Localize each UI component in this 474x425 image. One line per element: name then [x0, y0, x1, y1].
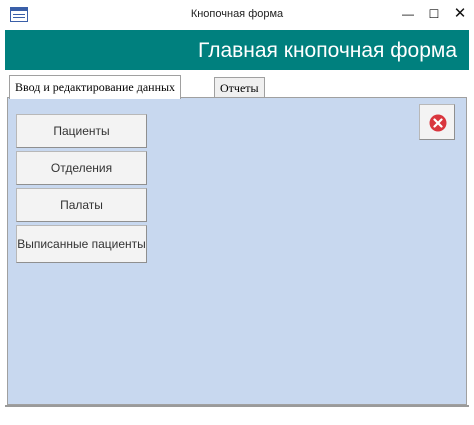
minimize-button[interactable]: —: [394, 0, 422, 30]
close-circle-icon: [429, 114, 447, 132]
tab-reports[interactable]: Отчеты: [214, 77, 265, 98]
tab-content-panel: Пациенты Отделения Палаты Выписанные пац…: [7, 97, 467, 405]
departments-button[interactable]: Отделения: [16, 151, 147, 185]
tab-data-entry[interactable]: Ввод и редактирование данных: [9, 75, 182, 99]
form-footer: [5, 407, 469, 425]
page-title: Главная кнопочная форма: [198, 39, 457, 62]
patients-button[interactable]: Пациенты: [16, 114, 147, 148]
header-band: Главная кнопочная форма: [5, 30, 469, 70]
maximize-button[interactable]: ☐: [420, 0, 448, 30]
wards-button[interactable]: Палаты: [16, 188, 147, 222]
app-window: Кнопочная форма — ☐ ✕ Главная кнопочная …: [0, 0, 474, 425]
title-bar: Кнопочная форма — ☐ ✕: [0, 0, 474, 30]
tab-bar: Ввод и редактирование данных Отчеты: [5, 70, 469, 99]
close-form-button[interactable]: [419, 104, 455, 140]
discharged-patients-button[interactable]: Выписанные пациенты: [16, 225, 147, 263]
window-close-button[interactable]: ✕: [446, 0, 474, 30]
